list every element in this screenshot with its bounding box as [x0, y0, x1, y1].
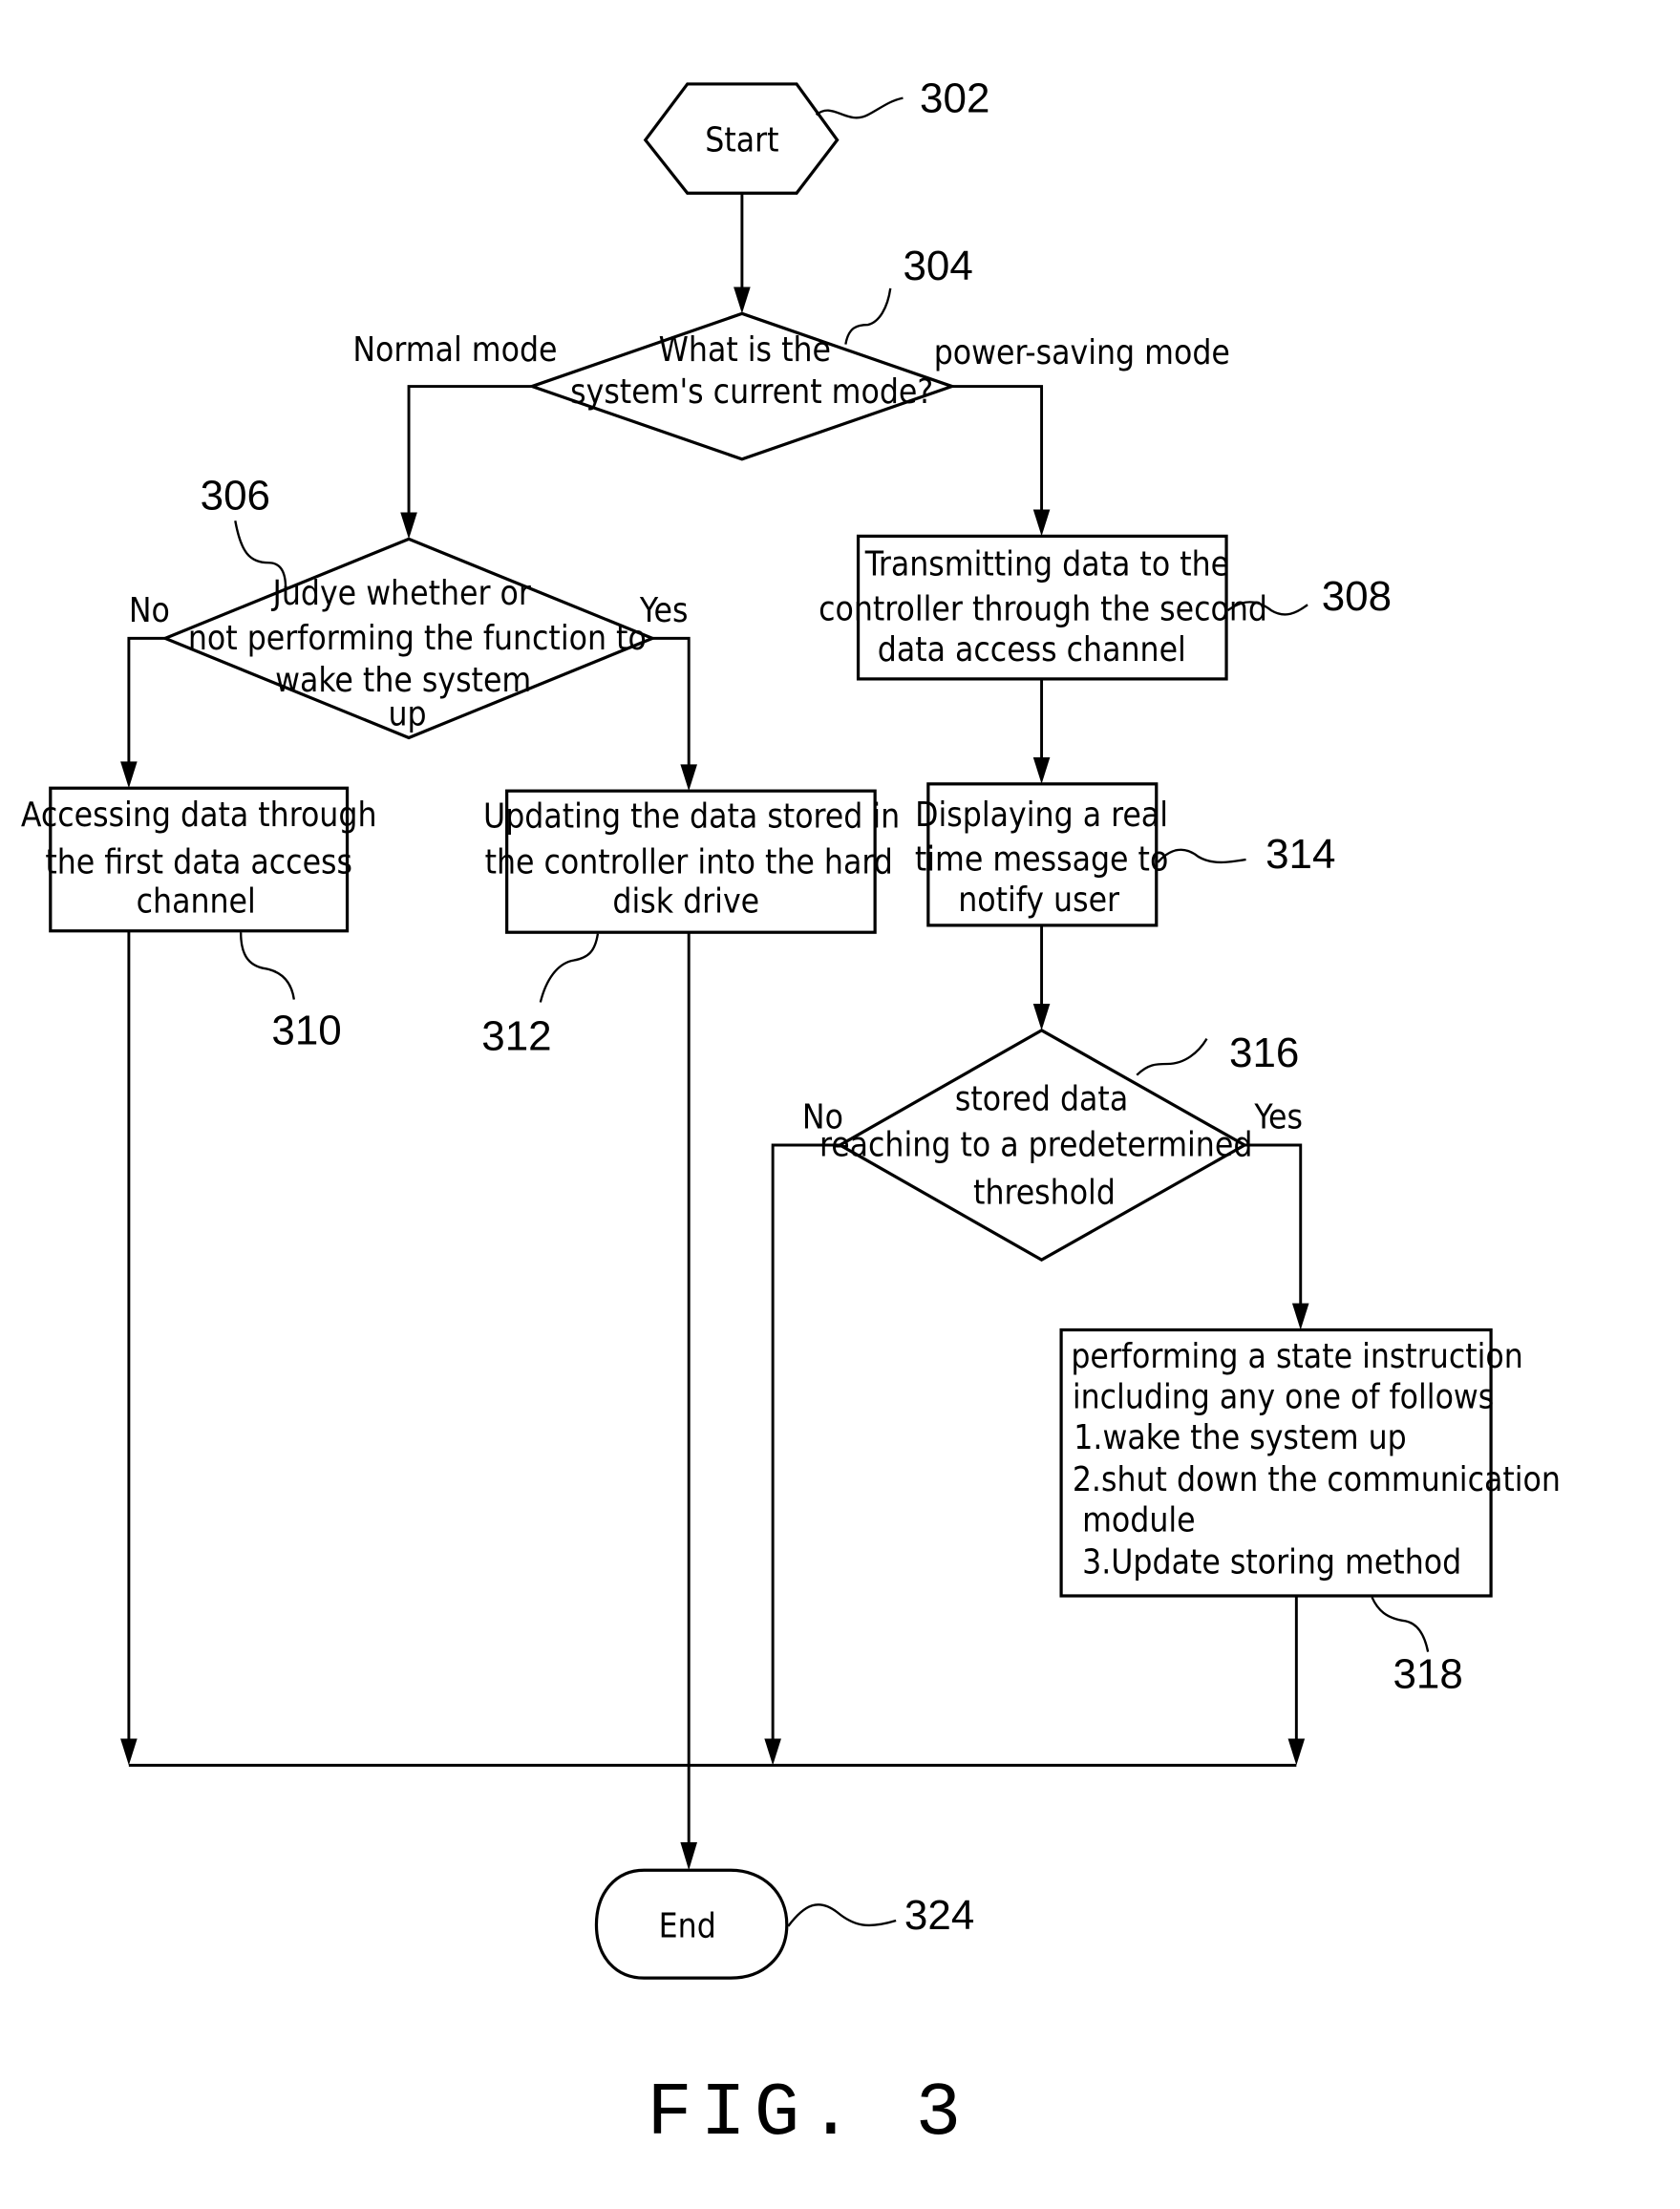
update-hdd-line-3: disk drive	[612, 882, 759, 922]
update-hdd-line-2: the controller into the hard	[485, 843, 893, 882]
state-line-5: module	[1082, 1501, 1196, 1540]
access-first-line-3: channel	[137, 882, 256, 922]
state-instruction-box: performing a state instruction including…	[1059, 1328, 1561, 1598]
display-message-box: Displaying a real time message to notify…	[915, 782, 1168, 927]
display-msg-line-3: notify user	[958, 881, 1120, 920]
end-node: End	[594, 1868, 789, 1980]
access-first-line-1: Accessing data through	[21, 796, 377, 835]
leader-304	[844, 287, 892, 345]
arrowhead	[680, 1841, 697, 1871]
figure-caption: FIG. 3	[647, 2071, 969, 2156]
arrowhead	[1032, 756, 1051, 784]
transmit-line-2: controller through the second	[819, 589, 1267, 628]
arrowhead	[680, 764, 697, 792]
wake-decision-node: Judye whether or not performing the func…	[160, 537, 657, 740]
state-line-6: 3.Update storing method	[1082, 1543, 1461, 1582]
ref-308: 308	[1322, 573, 1392, 620]
transmit-line-1: Transmitting data to the	[864, 544, 1229, 584]
leader-310	[239, 932, 296, 1000]
update-hdd-box: Updating the data stored in the controll…	[483, 789, 900, 934]
edge-normal-mode	[407, 385, 533, 521]
ref-314: 314	[1265, 831, 1335, 878]
transmit-line-3: data access channel	[878, 630, 1186, 669]
wake-no-label: No	[129, 591, 170, 630]
arrowhead	[120, 761, 138, 789]
threshold-decision-node: stored data reaching to a predetermined …	[819, 1028, 1252, 1263]
start-node: Start	[643, 82, 840, 195]
mode-decision-line-1: What is the	[659, 330, 831, 370]
power-saving-mode-label: power-saving mode	[934, 333, 1230, 372]
normal-mode-label: Normal mode	[352, 330, 557, 370]
start-label: Start	[705, 120, 778, 159]
end-label: End	[659, 1907, 716, 1946]
edge-wake-no	[127, 636, 165, 771]
ref-316: 316	[1229, 1030, 1299, 1076]
wake-decision-line-2: not performing the function to	[188, 619, 647, 658]
mode-decision-node: What is the system's current mode?	[527, 311, 957, 461]
arrowhead	[1291, 1303, 1309, 1330]
transmit-second-channel-box: Transmitting data to the controller thro…	[819, 534, 1267, 681]
ref-324: 324	[904, 1892, 974, 1939]
arrowhead	[734, 287, 751, 314]
wake-decision-line-1: Judye whether or	[271, 574, 532, 613]
display-msg-line-1: Displaying a real	[915, 796, 1168, 835]
access-first-line-2: the first data access	[45, 843, 352, 882]
leader-312	[539, 933, 600, 1003]
state-line-4: 2.shut down the communication	[1073, 1460, 1561, 1499]
ref-304: 304	[903, 243, 972, 289]
wake-decision-line-4: up	[389, 694, 427, 733]
leader-324	[787, 1903, 897, 1927]
flowchart: Start 302 What is the system's current m…	[21, 74, 1561, 2156]
leader-316	[1136, 1038, 1208, 1076]
arrowhead	[400, 512, 417, 540]
state-line-2: including any one of follows	[1073, 1378, 1494, 1417]
edge-threshold-yes	[1244, 1143, 1303, 1312]
arrowhead	[764, 1738, 781, 1766]
mode-decision-line-2: system's current mode?	[570, 372, 933, 412]
access-first-channel-box: Accessing data through the first data ac…	[21, 786, 377, 933]
threshold-line-1: stored data	[955, 1079, 1128, 1118]
arrowhead	[1032, 509, 1051, 537]
threshold-no-label: No	[802, 1097, 843, 1136]
edge-power-saving-mode	[951, 385, 1044, 519]
leader-302	[815, 96, 904, 119]
arrowhead	[1032, 1003, 1051, 1030]
edge-wake-yes	[652, 636, 691, 774]
arrowhead	[1287, 1738, 1306, 1766]
wake-yes-label: Yes	[639, 591, 689, 630]
edge-threshold-no	[771, 1143, 840, 1748]
threshold-line-2: reaching to a predetermined	[819, 1126, 1252, 1165]
state-line-1: performing a state instruction	[1071, 1337, 1522, 1376]
update-hdd-line-1: Updating the data stored in	[483, 797, 900, 836]
ref-312: 312	[481, 1012, 551, 1059]
threshold-line-3: threshold	[973, 1174, 1116, 1213]
state-line-3: 1.wake the system up	[1074, 1418, 1406, 1457]
ref-310: 310	[271, 1007, 341, 1053]
ref-318: 318	[1393, 1651, 1462, 1698]
display-msg-line-2: time message to	[915, 840, 1168, 880]
leader-318	[1371, 1596, 1430, 1652]
arrowhead	[120, 1738, 138, 1766]
ref-302: 302	[920, 74, 989, 121]
threshold-yes-label: Yes	[1253, 1097, 1303, 1136]
ref-306: 306	[201, 473, 270, 520]
leader-314	[1157, 848, 1246, 864]
